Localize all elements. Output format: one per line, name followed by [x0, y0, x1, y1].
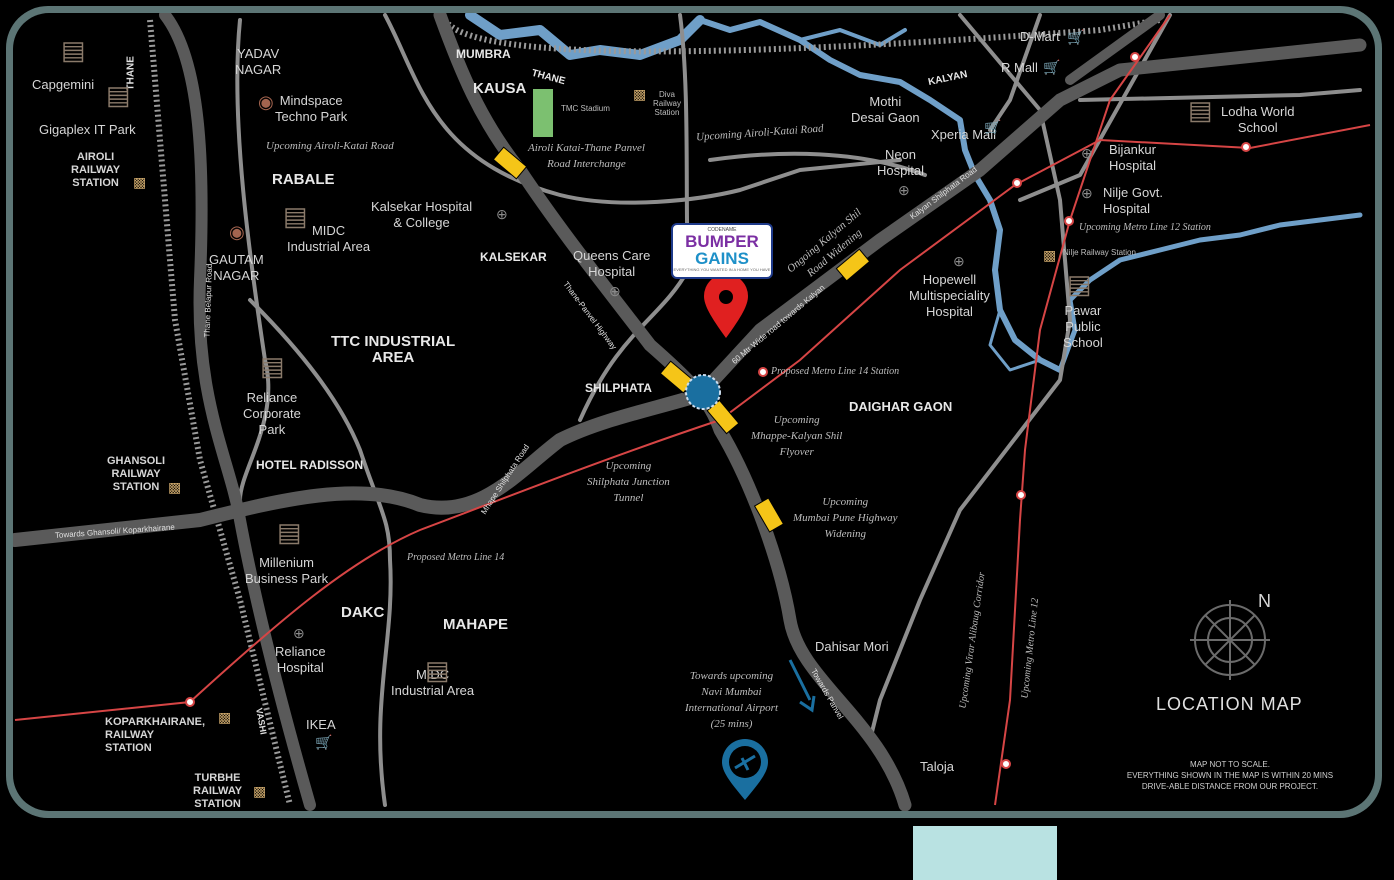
- train-icon: ▩: [1043, 247, 1057, 263]
- label-ttc: TTC INDUSTRIAL AREA: [331, 333, 456, 366]
- annot-tunnel: Upcoming Shilphata Junction Tunnel: [587, 460, 670, 504]
- school-icon: ▤: [1188, 95, 1213, 125]
- label-taloja: Taloja: [920, 759, 954, 774]
- label-daighar: DAIGHAR GAON: [849, 399, 953, 414]
- location-pin-icon: ◉: [229, 222, 245, 242]
- hospital-icon: ⊕: [1081, 145, 1093, 161]
- logo-line2: GAINS: [695, 249, 749, 268]
- annot-highway-widening: Upcoming Mumbai Pune Highway Widening: [793, 496, 898, 540]
- label-mothi: Mothi Desai Gaon: [851, 94, 920, 125]
- disclaimer-2: EVERYTHING SHOWN IN THE MAP IS WITHIN 20…: [1126, 771, 1334, 780]
- label-gautam-nagar: GAUTAM NAGAR: [209, 252, 264, 283]
- label-reliance-park: Reliance Corporate Park: [243, 390, 301, 437]
- annot-interchange: Airoli Katai-Thane Panvel Road Interchan…: [528, 142, 645, 170]
- train-icon: ▩: [168, 479, 182, 495]
- location-map[interactable]: CODENAME BUMPER GAINS EVERYTHING YOU WAN…: [13, 13, 1375, 811]
- label-neon: Neon Hospital: [877, 147, 924, 178]
- label-capgemini: Capgemini: [32, 77, 95, 92]
- label-rmall: R Mall: [1001, 60, 1038, 75]
- label-shilphata: SHILPHATA: [585, 381, 652, 395]
- train-icon: ▩: [633, 86, 647, 102]
- train-icon: ▩: [133, 174, 147, 190]
- annot-airoli-katai-1: Upcoming Airoli-Katai Road: [266, 140, 394, 152]
- label-bijankur: Bijankur Hospital: [1109, 142, 1156, 173]
- label-mahape: MAHAPE: [443, 616, 509, 633]
- building-icon: ▤: [277, 517, 302, 547]
- cart-icon: 🛒: [1043, 59, 1061, 75]
- logo-tagline: EVERYTHING YOU WANTED IN A HOME YOU HAVE: [673, 267, 771, 272]
- label-koparkhairane: KOPARKHAIRANE, RAILWAY STATION: [105, 716, 206, 754]
- annot-flyover: Upcoming Mhappe-Kalyan Shil Flyover: [751, 414, 843, 458]
- label-diva: Diva Railway Station: [653, 90, 682, 117]
- hospital-icon: ⊕: [293, 625, 305, 641]
- logo-line1: BUMPER: [685, 232, 759, 251]
- label-dakc: DAKC: [341, 604, 385, 621]
- compass-rose: [1190, 600, 1270, 680]
- label-dmart: D-Mart: [1020, 29, 1060, 44]
- label-hopewell: Hopewell Multispeciality Hospital: [909, 272, 990, 319]
- project-pin: [704, 274, 748, 338]
- label-kalsekar: KALSEKAR: [480, 250, 547, 264]
- label-ikea: IKEA: [306, 717, 336, 732]
- label-tmc: TMC Stadium: [561, 104, 610, 113]
- annot-airport: Towards upcoming Navi Mumbai Internation…: [685, 670, 778, 730]
- junction-marker: [685, 374, 721, 410]
- cart-icon: 🛒: [315, 734, 333, 750]
- label-mindspace: Mindspace Techno Park: [275, 93, 348, 124]
- stadium-icon: [533, 89, 553, 137]
- hospital-icon: ⊕: [1081, 185, 1093, 201]
- hospital-icon: ⊕: [898, 182, 910, 198]
- map-title: LOCATION MAP: [1156, 694, 1303, 714]
- annot-metro14-station: Proposed Metro Line 14 Station: [771, 366, 900, 377]
- cart-icon: 🛒: [984, 119, 1002, 135]
- project-logo: CODENAME BUMPER GAINS EVERYTHING YOU WAN…: [671, 223, 773, 279]
- building-icon: ▤: [283, 201, 308, 231]
- compass-north: N: [1258, 591, 1271, 611]
- label-yadav-nagar: YADAV NAGAR: [235, 46, 282, 77]
- location-pin-icon: ◉: [258, 92, 274, 112]
- hospital-icon: ⊕: [953, 253, 965, 269]
- label-dahisar: Dahisar Mori: [815, 639, 889, 654]
- building-icon: ▤: [106, 80, 131, 110]
- label-gigaplex: Gigaplex IT Park: [39, 122, 136, 137]
- label-millenium: Millenium Business Park: [245, 555, 329, 586]
- bottom-tab: [913, 826, 1057, 880]
- building-icon: ▤: [260, 351, 285, 381]
- disclaimer-3: DRIVE-ABLE DISTANCE FROM OUR PROJECT.: [1141, 782, 1319, 791]
- label-mumbra: MUMBRA: [456, 47, 511, 61]
- train-icon: ▩: [253, 783, 267, 799]
- cart-icon: 🛒: [1067, 29, 1085, 45]
- annot-metro14: Proposed Metro Line 14: [407, 552, 505, 563]
- annot-metro12-station: Upcoming Metro Line 12 Station: [1079, 222, 1211, 233]
- label-lodha: Lodha World School: [1221, 104, 1295, 135]
- label-airoli-station: AIROLI RAILWAY STATION: [71, 151, 121, 189]
- building-icon: ▤: [61, 35, 86, 65]
- label-nilje-hospital: Nilje Govt. Hospital: [1103, 185, 1163, 216]
- label-ghansoli: GHANSOLI RAILWAY STATION: [107, 455, 166, 493]
- disclaimer-1: MAP NOT TO SCALE.: [1190, 760, 1270, 769]
- label-rabale: RABALE: [272, 171, 335, 188]
- train-icon: ▩: [218, 709, 232, 725]
- label-kalsekar-hospital: Kalsekar Hospital & College: [371, 199, 473, 230]
- label-pawar: Pawar Public School: [1063, 303, 1103, 350]
- school-icon: ▤: [1067, 269, 1092, 299]
- label-nilje-station: Nilje Railway Station: [1063, 248, 1136, 257]
- label-hotel-radisson: HOTEL RADISSON: [256, 458, 364, 472]
- label-turbhe: TURBHE RAILWAY STATION: [193, 772, 243, 810]
- label-queens: Queens Care Hospital: [573, 248, 651, 279]
- label-reliance-hospital: Reliance Hospital: [275, 644, 326, 675]
- hospital-icon: ⊕: [609, 283, 621, 299]
- hospital-icon: ⊕: [496, 206, 508, 222]
- building-icon: ▤: [425, 655, 450, 685]
- label-kausa: KAUSA: [473, 80, 527, 97]
